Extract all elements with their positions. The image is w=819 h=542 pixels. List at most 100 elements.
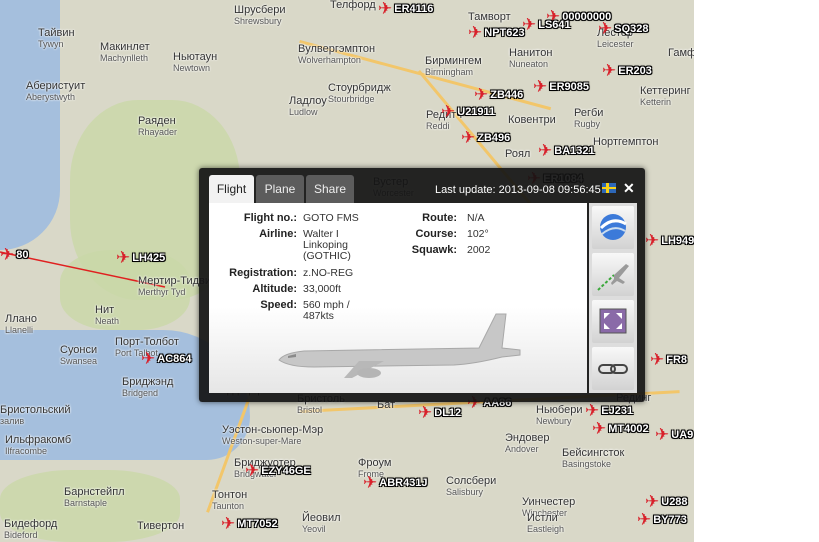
aircraft-marker[interactable]: ✈ EJ231 [585, 402, 633, 420]
airline-line: (GOTHIC) [303, 250, 351, 262]
aircraft-marker[interactable]: ✈ ZB496 [461, 129, 510, 147]
aircraft-marker[interactable]: ✈ BA1321 [538, 142, 595, 160]
city-latin-name: Wolverhampton [298, 55, 361, 65]
aircraft-callsign: UA9 [671, 428, 694, 441]
plane-icon: ✈ [538, 141, 553, 161]
city-label: Нанитон Nuneaton [509, 48, 552, 70]
aircraft-marker[interactable]: ✈ ER203 [602, 62, 652, 80]
registration-value: z.NO-REG [303, 267, 354, 279]
city-name: Бейсингсток [562, 447, 625, 459]
aircraft-marker[interactable]: ✈ UA9 [655, 426, 693, 444]
city-latin-name: Neath [95, 316, 120, 326]
city-name: Уэстон-сьюпер-Мэр [222, 424, 324, 436]
tab-plane[interactable]: Plane [256, 175, 304, 203]
airline-value: Walter I Linkoping (GOTHIC) [303, 229, 351, 262]
aircraft-marker[interactable]: ✈ ER9085 [533, 78, 589, 96]
aircraft-callsign: ZB446 [490, 88, 524, 101]
plane-icon: ✈ [461, 128, 476, 148]
aircraft-marker[interactable]: ✈ ZB446 [474, 86, 523, 104]
city-label: Эндовер Andover [505, 433, 549, 455]
aircraft-image [278, 313, 521, 378]
tab-flight[interactable]: Flight [209, 175, 254, 203]
cockpit-view-button[interactable] [592, 253, 634, 296]
aircraft-marker[interactable]: ✈ DL12 [418, 404, 461, 422]
aircraft-callsign: ER203 [618, 64, 652, 77]
city-latin-name: Reddi [426, 121, 450, 131]
google-earth-button[interactable] [592, 206, 634, 249]
registration-label: Registration: [229, 267, 297, 279]
aircraft-marker[interactable]: ✈ LH949 [645, 232, 694, 250]
plane-icon: ✈ [418, 403, 433, 423]
aircraft-callsign: AC864 [157, 352, 192, 365]
city-name: Гамф [668, 47, 694, 59]
city-label: Макинлет Machynlleth [100, 42, 150, 64]
aircraft-marker[interactable]: ✈ U288 [645, 493, 688, 511]
aircraft-marker[interactable]: ✈ SQ328 [598, 20, 649, 38]
city-name: Солсбери [446, 475, 497, 487]
city-label: Бирмингем Birmingham [425, 56, 482, 78]
altitude-value: 33,000ft [303, 283, 341, 295]
aircraft-marker[interactable]: ✈ LS641 [522, 16, 571, 34]
aircraft-marker[interactable]: ✈ BY773 [637, 511, 687, 529]
aircraft-marker[interactable]: ✈ MT4002 [592, 420, 649, 438]
course-value: 102° [467, 228, 489, 240]
city-label: Йеовил Yeovil [302, 513, 341, 535]
tab-share[interactable]: Share [306, 175, 354, 203]
aircraft-callsign: U21911 [457, 105, 496, 118]
squawk-value: 2002 [467, 244, 491, 256]
city-label: Тонтон Taunton [212, 490, 247, 512]
city-latin-name: Rugby [574, 119, 601, 129]
plane-icon: ✈ [637, 510, 652, 530]
aircraft-marker[interactable]: ✈ NPT623 [468, 24, 525, 42]
city-latin-name: Aberystwyth [26, 92, 76, 102]
plane-icon: ✈ [645, 492, 660, 512]
google-earth-icon [599, 214, 627, 240]
aircraft-marker[interactable]: ✈ LH425 [116, 249, 165, 267]
city-name: Ильфракомб [5, 434, 72, 446]
fullscreen-button[interactable] [592, 300, 634, 343]
city-label: Стоурбридж Stourbridge [328, 83, 391, 105]
aircraft-callsign: LH425 [132, 251, 166, 264]
city-label: Уэстон-сьюпер-Мэр Weston-super-Mare [222, 425, 323, 447]
city-name: Нит [95, 304, 115, 316]
city-label: Суонси Swansea [60, 345, 97, 367]
city-name: Раяден [138, 115, 176, 127]
aircraft-callsign: EJ231 [601, 404, 634, 417]
city-label: Ладлоу Ludlow [289, 96, 327, 118]
city-name: Тивертон [137, 520, 185, 532]
city-latin-name: залив [0, 416, 25, 426]
aircraft-marker[interactable]: ✈ U21911 [441, 103, 495, 121]
city-label: Вулвергэмптон Wolverhampton [298, 44, 375, 66]
city-name: Ньютаун [173, 51, 218, 63]
aircraft-callsign: BA1321 [554, 144, 595, 157]
cockpit-view-icon [597, 264, 629, 291]
city-name: Йеовил [302, 512, 341, 524]
aircraft-marker[interactable]: ✈ ABR431J [363, 474, 428, 492]
city-label: Шрусбери Shrewsbury [234, 5, 286, 27]
route-value: N/A [467, 212, 485, 224]
aircraft-marker[interactable]: ✈ 80 [0, 246, 29, 264]
city-label: Тамворт [468, 12, 511, 23]
city-latin-name: Swansea [60, 356, 98, 366]
city-latin-name: Bristol [297, 405, 323, 415]
city-latin-name: Rhayader [138, 127, 178, 137]
aircraft-marker[interactable]: ✈ AC864 [141, 350, 192, 368]
aircraft-callsign: MT4002 [608, 422, 649, 435]
city-name: Кеттеринг [640, 85, 691, 97]
aircraft-callsign: U288 [661, 495, 688, 508]
aircraft-callsign: BY773 [653, 513, 687, 526]
aircraft-marker[interactable]: ✈ FR8 [650, 351, 687, 369]
aircraft-callsign: SQ328 [614, 22, 649, 35]
link-button[interactable] [592, 347, 634, 390]
aircraft-marker[interactable]: ✈ EZY46GE [245, 462, 311, 480]
city-name: Тонтон [212, 489, 248, 501]
aircraft-marker[interactable]: ✈ ER4116 [378, 0, 433, 18]
aircraft-callsign: ER9085 [549, 80, 590, 93]
city-latin-name: Weston-super-Mare [222, 436, 302, 446]
city-latin-name: Nuneaton [509, 59, 549, 69]
airline-label: Airline: [259, 228, 297, 240]
aircraft-marker[interactable]: ✈ MT7052 [221, 515, 278, 533]
city-label: Аберистуит Aberystwyth [26, 81, 85, 103]
close-icon[interactable]: ✕ [623, 180, 635, 197]
plane-icon: ✈ [378, 0, 393, 19]
